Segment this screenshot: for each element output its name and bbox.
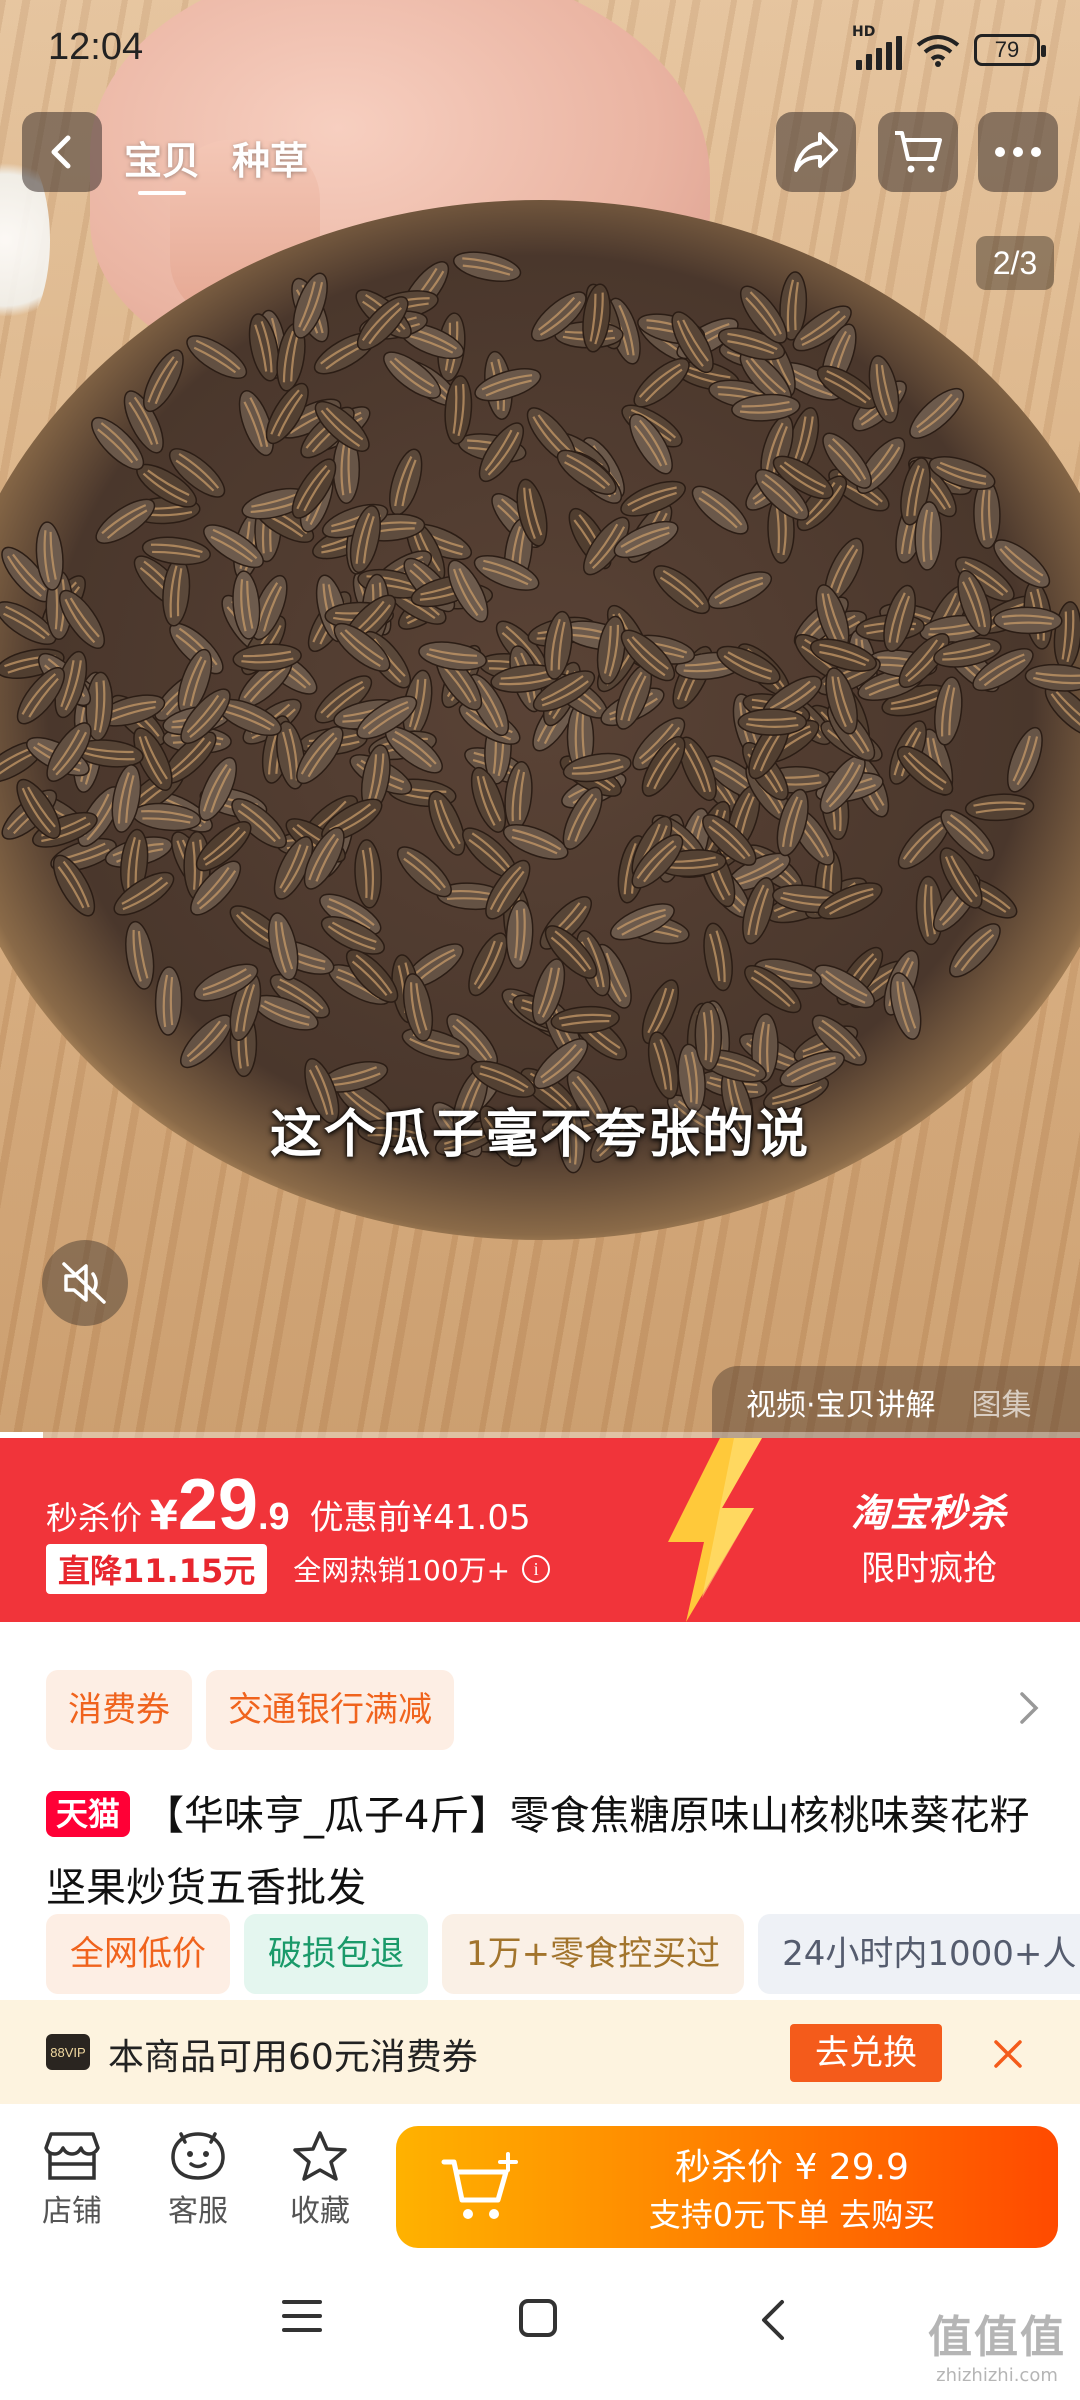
flash-sale-banner: 秒杀价 ¥ 29 .9 优惠前¥41.05 直降11.15元 全网热销100万+… — [0, 1438, 1080, 1622]
status-bar: 12:04 HD 79 — [0, 0, 1080, 100]
tag-lowest-price: 全网低价 — [46, 1914, 230, 1994]
vip-close-button[interactable] — [992, 2024, 1024, 2081]
more-icon — [995, 147, 1041, 157]
price-currency: ¥ — [150, 1493, 178, 1539]
favorite-button[interactable]: 收藏 — [270, 2130, 370, 2230]
watermark-url: zhizhizhi.com — [936, 2365, 1058, 2386]
service-label: 客服 — [168, 2194, 228, 2229]
customer-service-button[interactable]: 客服 — [148, 2130, 248, 2230]
buy-price-text: 秒杀价 ¥ 29.9 — [675, 2147, 909, 2188]
mute-icon — [62, 1262, 106, 1304]
system-nav-bar: 值值值 zhizhizhi.com — [0, 2254, 1080, 2400]
price-decimal: .9 — [257, 1496, 290, 1538]
bottom-action-bar: 店铺 客服 收藏 秒杀价 ¥ 29.9 支持0元下单 去购买 — [0, 2104, 1080, 2254]
back-button[interactable] — [22, 112, 102, 192]
system-back-button[interactable] — [758, 2298, 788, 2346]
menu-icon — [282, 2300, 322, 2332]
back-nav-icon — [762, 2300, 784, 2340]
add-cart-icon[interactable] — [440, 2152, 520, 2226]
store-button[interactable]: 店铺 — [22, 2130, 122, 2230]
price-drop-tag: 直降11.15元 — [46, 1544, 268, 1594]
battery-icon: 79 — [974, 34, 1046, 66]
back-icon — [51, 135, 71, 169]
product-title: 天猫 【华味亨_瓜子4斤】零食焦糖原味山核桃味葵花籽坚果炒货五香批发 — [46, 1780, 1046, 1924]
share-button[interactable] — [776, 112, 856, 192]
store-label: 店铺 — [42, 2194, 102, 2229]
status-time: 12:04 — [48, 26, 144, 68]
coupon-row: 消费券 交通银行满减 — [46, 1670, 454, 1750]
vip-coupon-text: 本商品可用60元消费券 — [108, 2037, 478, 2078]
88vip-badge: 88VIP — [46, 2034, 90, 2070]
store-icon — [44, 2132, 100, 2180]
tag-buyers: 1万+零食控买过 — [442, 1914, 745, 1994]
original-price: 优惠前¥41.05 — [309, 1498, 531, 1538]
buy-subtext: 支持0元下单 去购买 — [648, 2196, 936, 2234]
tab-recommend[interactable]: 种草 — [232, 130, 308, 185]
product-media[interactable]: 12:04 HD 79 宝贝 种草 2/3 这个瓜子毫不夸张的说 视频·宝贝讲解… — [0, 0, 1080, 1438]
flash-sale-subtitle: 限时疯抢 — [861, 1549, 997, 1589]
buy-now-button[interactable]: 秒杀价 ¥ 29.9 支持0元下单 去购买 — [396, 2126, 1058, 2248]
top-nav: 宝贝 种草 — [0, 112, 1080, 196]
vip-coupon-bar: 88VIP 本商品可用60元消费券 去兑换 — [0, 2000, 1080, 2104]
close-icon — [994, 2040, 1022, 2068]
tab-gallery[interactable]: 图集 — [972, 1380, 1032, 1424]
redeem-button[interactable]: 去兑换 — [790, 2024, 942, 2082]
watermark: 值值值 zhizhizhi.com — [928, 2301, 1066, 2386]
tag-damage-refund: 破损包退 — [244, 1914, 428, 1994]
share-icon — [794, 132, 838, 172]
page-indicator: 2/3 — [976, 236, 1054, 290]
price-label: 秒杀价 — [46, 1499, 143, 1537]
tab-product[interactable]: 宝贝 — [124, 130, 200, 195]
lightning-decoration — [668, 1438, 762, 1622]
recent-apps-button[interactable] — [282, 2298, 322, 2338]
home-button[interactable] — [518, 2298, 558, 2342]
product-tags: 全网低价 破损包退 1万+零食控买过 24小时内1000+人 — [46, 1914, 1080, 1994]
taobao-flash-sale-logo: 淘宝秒杀 限时疯抢 — [834, 1482, 1024, 1590]
coupon-consumption[interactable]: 消费券 — [46, 1670, 192, 1750]
info-icon[interactable]: i — [522, 1555, 551, 1583]
coupon-more-button[interactable] — [1018, 1690, 1040, 1736]
home-icon — [519, 2299, 557, 2337]
chevron-right-icon — [1020, 1692, 1039, 1724]
wifi-icon — [916, 35, 960, 67]
video-subtitle: 这个瓜子毫不夸张的说 — [269, 1105, 810, 1165]
star-icon — [293, 2131, 347, 2181]
product-title-text: 【华味亨_瓜子4斤】零食焦糖原味山核桃味葵花籽坚果炒货五香批发 — [46, 1793, 1030, 1911]
tag-24h-sales: 24小时内1000+人 — [758, 1914, 1080, 1994]
mute-button[interactable] — [42, 1240, 128, 1326]
flash-sale-brand: 淘宝秒杀 — [850, 1491, 1007, 1535]
signal-icon: HD — [852, 24, 902, 70]
service-icon — [171, 2132, 225, 2180]
media-tabs: 视频·宝贝讲解 图集 — [712, 1366, 1080, 1438]
price-integer: 29 — [177, 1465, 258, 1545]
cart-icon — [895, 131, 942, 173]
tmall-badge: 天猫 — [46, 1791, 131, 1837]
more-button[interactable] — [978, 112, 1058, 192]
tab-video-explain[interactable]: 视频·宝贝讲解 — [746, 1380, 936, 1424]
coupon-bank-discount[interactable]: 交通银行满减 — [206, 1670, 454, 1750]
cart-button[interactable] — [878, 112, 958, 192]
watermark-logo: 值值值 — [928, 2312, 1066, 2363]
sunflower-seeds-image — [0, 251, 1080, 1174]
favorite-label: 收藏 — [290, 2194, 350, 2229]
hot-sales-text: 全网热销100万+ — [293, 1554, 511, 1587]
